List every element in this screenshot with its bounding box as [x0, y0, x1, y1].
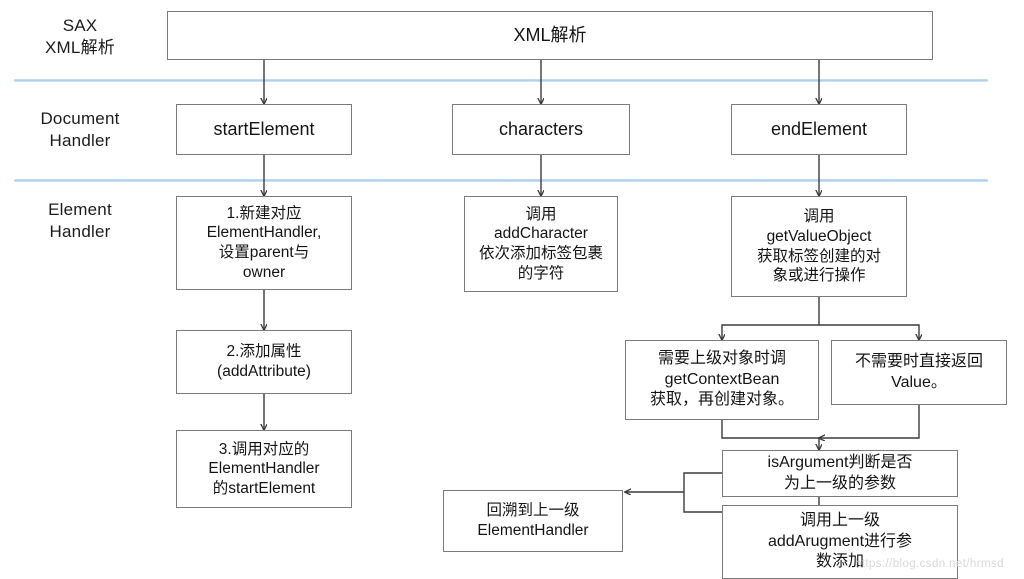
- node-backtrack[interactable]: 回溯到上一级 ElementHandler: [443, 490, 623, 552]
- node-need-context-bean[interactable]: 需要上级对象时调 getContextBean 获取，再创建对象。: [625, 340, 819, 420]
- watermark: https://blog.csdn.net/hrmsd: [855, 558, 1004, 570]
- node-step2-add-attribute-label: 2.添加属性 (addAttribute): [217, 343, 311, 380]
- node-return-value[interactable]: 不需要时直接返回 Value。: [831, 340, 1007, 405]
- node-is-argument-label: isArgument判断是否 为上一级的参数: [767, 454, 913, 492]
- node-step1-new-handler[interactable]: 1.新建对应 ElementHandler, 设置parent与 owner: [176, 196, 352, 290]
- node-characters-label: characters: [498, 118, 584, 139]
- node-characters[interactable]: characters: [452, 104, 630, 155]
- node-add-character[interactable]: 调用 addCharacter 依次添加标签包裹 的字符: [464, 196, 618, 292]
- diagram-canvas: SAX XML解析 Document Handler Element Handl…: [0, 0, 1024, 579]
- lane-label-document-handler: Document Handler: [40, 109, 120, 151]
- node-is-argument[interactable]: isArgument判断是否 为上一级的参数: [722, 450, 958, 497]
- node-step3-call-startelement-label: 3.调用对应的 ElementHandler 的startElement: [208, 440, 320, 497]
- node-step3-call-startelement[interactable]: 3.调用对应的 ElementHandler 的startElement: [176, 430, 352, 508]
- node-need-context-bean-label: 需要上级对象时调 getContextBean 获取，再创建对象。: [649, 350, 794, 409]
- wire-getvalueobject-to-returnvalue: [819, 324, 919, 340]
- node-step2-add-attribute[interactable]: 2.添加属性 (addAttribute): [176, 330, 352, 394]
- node-get-value-object[interactable]: 调用 getValueObject 获取标签创建的对 象或进行操作: [731, 196, 907, 297]
- wire-returnvalue-to-isargument: [819, 405, 920, 438]
- lane-label-sax: SAX XML解析: [45, 16, 115, 58]
- node-start-element-label: startElement: [213, 118, 315, 139]
- lane-label-element-handler: Element Handler: [48, 200, 112, 242]
- node-end-element-label: endElement: [770, 118, 868, 139]
- node-start-element[interactable]: startElement: [176, 104, 352, 155]
- wire-contextbean-to-isargument: [721, 420, 819, 450]
- node-add-character-label: 调用 addCharacter 依次添加标签包裹 的字符: [478, 205, 603, 282]
- node-step1-new-handler-label: 1.新建对应 ElementHandler, 设置parent与 owner: [206, 204, 322, 281]
- node-backtrack-label: 回溯到上一级 ElementHandler: [477, 502, 589, 539]
- node-xml-parse-label: XML解析: [513, 24, 587, 45]
- wire-getvalueobject-to-contextbean: [722, 297, 820, 340]
- node-get-value-object-label: 调用 getValueObject 获取标签创建的对 象或进行操作: [756, 208, 881, 285]
- node-return-value-label: 不需要时直接返回 Value。: [854, 353, 983, 391]
- lane-divider-document-element: [14, 179, 988, 182]
- lane-divider-sax-document: [14, 79, 988, 82]
- wire-argument-bus: [683, 472, 722, 513]
- node-xml-parse[interactable]: XML解析: [167, 11, 933, 60]
- node-end-element[interactable]: endElement: [731, 104, 907, 155]
